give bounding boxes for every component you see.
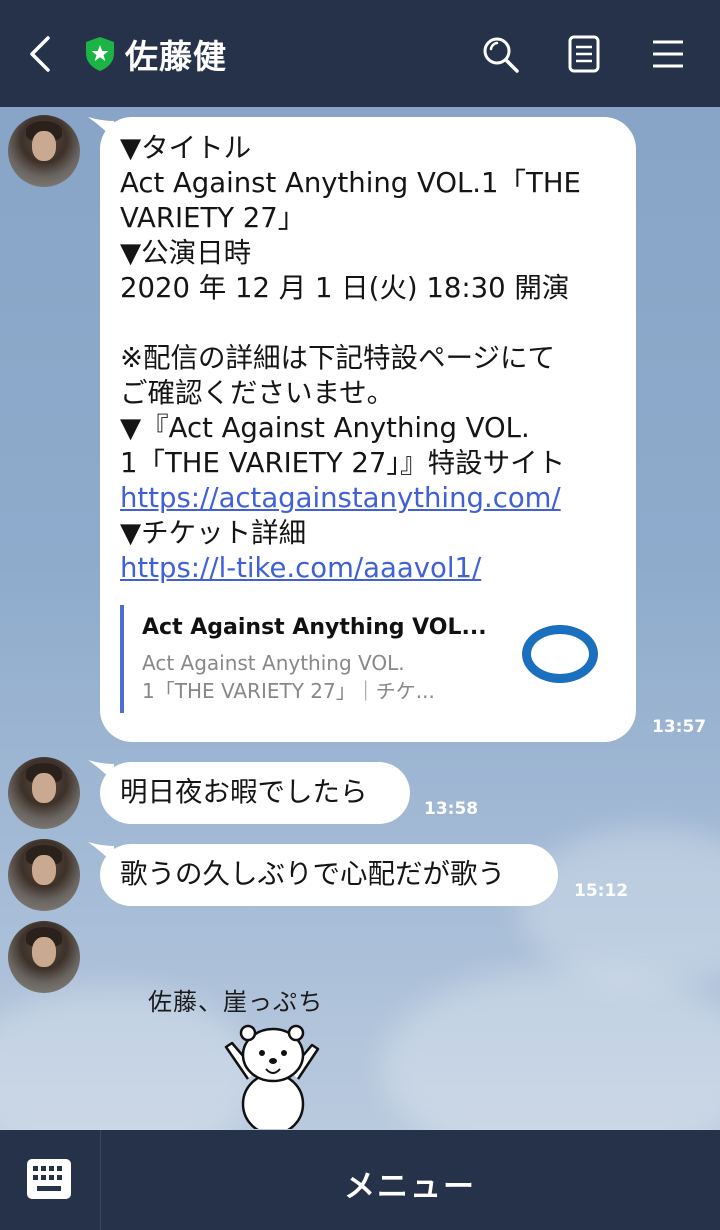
avatar[interactable]: [8, 757, 80, 829]
preview-title: Act Against Anything VOL...: [142, 615, 487, 640]
search-icon[interactable]: [480, 34, 520, 74]
chevron-left-icon[interactable]: [22, 34, 62, 74]
bottom-bar: メニュー: [0, 1130, 720, 1230]
message-text: 明日夜お暇でしたら: [120, 776, 368, 808]
lawson-ticket-logo-icon: [522, 625, 598, 683]
chat-title[interactable]: 佐藤健: [125, 30, 227, 78]
link-preview-card[interactable]: Act Against Anything VOL... Act Against …: [120, 605, 614, 713]
message-text: ▼タイトル Act Against Anything VOL.1「THE VAR…: [120, 132, 581, 584]
message-bubble[interactable]: 明日夜お暇でしたら: [100, 762, 410, 824]
menu-icon[interactable]: [648, 34, 688, 74]
polar-bear-sticker-icon[interactable]: [218, 1019, 328, 1129]
preview-description: Act Against Anything VOL. 1「THE VARIETY …: [142, 651, 435, 703]
menu-button[interactable]: メニュー: [100, 1161, 720, 1206]
keyboard-toggle[interactable]: [0, 1130, 101, 1230]
message-time: 13:58: [424, 799, 479, 819]
keyboard-icon[interactable]: [26, 1158, 72, 1200]
message-text: 歌うの久しぶりで心配だが歌う: [120, 858, 505, 890]
event-site-link[interactable]: https://actagainstanything.com/: [120, 482, 561, 514]
message-time: 15:12: [574, 881, 629, 901]
chat-header: 佐藤健: [0, 0, 720, 107]
verified-shield-icon: [86, 37, 114, 71]
sticker-caption: 佐藤、崖っぷち: [148, 988, 324, 1016]
ticket-link[interactable]: https://l-tike.com/aaavol1/: [120, 552, 481, 584]
avatar[interactable]: [8, 921, 80, 993]
background-cloud: [380, 967, 720, 1130]
message-bubble[interactable]: 歌うの久しぶりで心配だが歌う: [100, 844, 558, 906]
message-bubble[interactable]: ▼タイトル Act Against Anything VOL.1「THE VAR…: [100, 117, 636, 742]
message-time: 13:57: [652, 717, 707, 737]
avatar[interactable]: [8, 839, 80, 911]
notes-icon[interactable]: [564, 34, 604, 74]
background-cloud: [520, 827, 720, 987]
chat-area[interactable]: ▼タイトル Act Against Anything VOL.1「THE VAR…: [0, 107, 720, 1130]
avatar[interactable]: [8, 115, 80, 187]
